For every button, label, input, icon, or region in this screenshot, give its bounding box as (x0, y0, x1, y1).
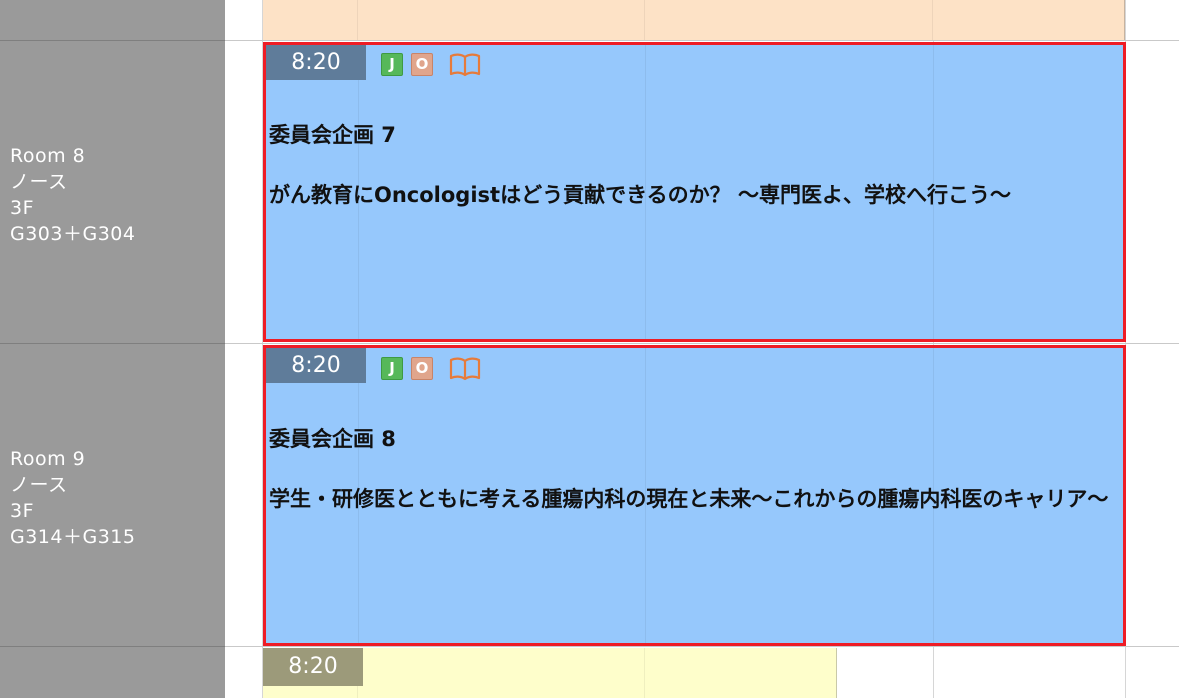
session-time: 8:20 (266, 348, 366, 383)
online-badge: O (411, 53, 433, 76)
session-category: 委員会企画 8 (269, 427, 396, 451)
room-area: ノース (10, 171, 68, 193)
open-book-icon[interactable] (449, 357, 481, 381)
room-8-details: Room 8 ノース 3F G303＋G304 (10, 143, 135, 247)
japanese-badge: J (381, 53, 403, 76)
room-area: ノース (10, 474, 68, 496)
row-divider (225, 40, 1179, 41)
session-block-previous[interactable] (263, 0, 1125, 40)
room-9-details: Room 9 ノース 3F G314＋G315 (10, 446, 135, 550)
session-category: 委員会企画 7 (269, 123, 396, 147)
room-header-previous (0, 0, 225, 41)
session-block-committee-7[interactable]: 8:20 J O 委員会企画 7 がん教育にOncologistはどう貢献できる… (263, 42, 1126, 342)
session-title: 委員会企画 7 がん教育にOncologistはどう貢献できるのか？ ～専門医よ… (269, 90, 1115, 240)
online-badge: O (411, 357, 433, 380)
room-halls: G303＋G304 (10, 223, 136, 245)
session-subtitle: がん教育にOncologistはどう貢献できるのか？ ～専門医よ、学校へ行こう～ (269, 183, 1011, 207)
room-header-next (0, 647, 225, 698)
japanese-badge: J (381, 357, 403, 380)
room-floor: 3F (10, 500, 35, 522)
row-divider (225, 343, 1179, 344)
room-halls: G314＋G315 (10, 526, 136, 548)
row-divider (225, 646, 1179, 647)
room-name: Room 8 (10, 145, 86, 167)
room-header-room-8[interactable]: Room 8 ノース 3F G303＋G304 (0, 41, 225, 344)
session-time: 8:20 (263, 648, 363, 686)
session-time: 8:20 (266, 45, 366, 80)
room-floor: 3F (10, 197, 35, 219)
session-block-committee-8[interactable]: 8:20 J O 委員会企画 8 学生・研修医とともに考える腫瘍内科の現在と未来… (263, 345, 1126, 646)
open-book-icon[interactable] (449, 53, 481, 77)
session-block-next[interactable]: 8:20 (263, 648, 837, 698)
session-subtitle: 学生・研修医とともに考える腫瘍内科の現在と未来～これからの腫瘍内科医のキャリア～ (269, 487, 1109, 511)
room-name: Room 9 (10, 448, 86, 470)
room-header-room-9[interactable]: Room 9 ノース 3F G314＋G315 (0, 344, 225, 647)
session-title: 委員会企画 8 学生・研修医とともに考える腫瘍内科の現在と未来～これからの腫瘍内… (269, 394, 1115, 544)
